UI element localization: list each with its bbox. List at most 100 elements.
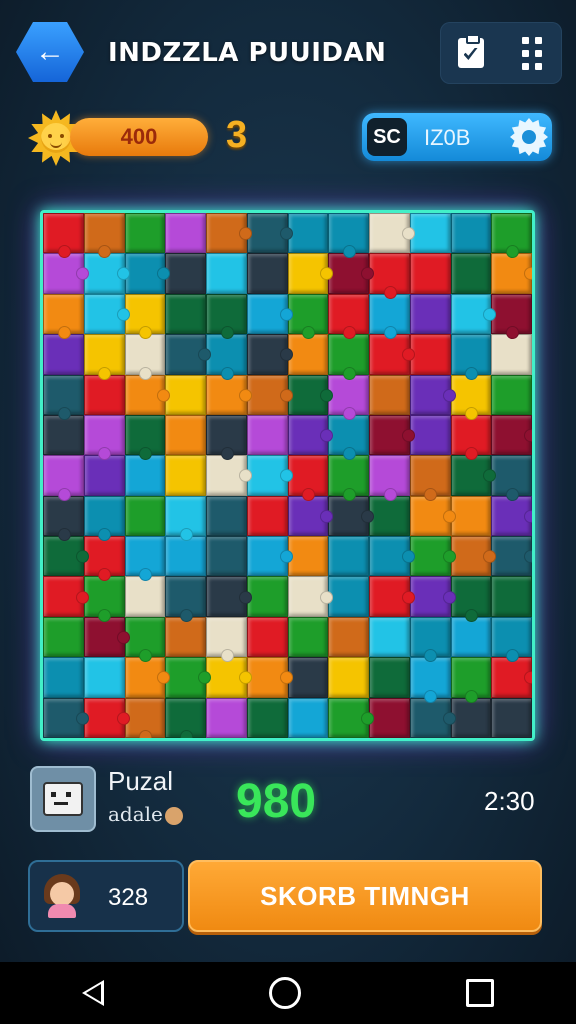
- timer-pill[interactable]: SC IZ0B: [362, 113, 552, 161]
- puzzle-piece[interactable]: [287, 374, 333, 415]
- puzzle-piece[interactable]: [165, 374, 206, 415]
- puzzle-piece[interactable]: [450, 374, 492, 421]
- puzzle-piece[interactable]: [246, 536, 293, 577]
- puzzle-piece[interactable]: [43, 293, 84, 340]
- puzzle-piece[interactable]: [124, 455, 166, 496]
- puzzle-piece[interactable]: [491, 414, 532, 456]
- puzzle-piece[interactable]: [246, 374, 293, 415]
- puzzle-piece[interactable]: [43, 616, 84, 658]
- puzzle-piece[interactable]: [43, 657, 84, 698]
- puzzle-piece[interactable]: [328, 334, 369, 380]
- puzzle-piece[interactable]: [206, 374, 252, 415]
- puzzle-piece[interactable]: [450, 657, 492, 704]
- puzzle-piece[interactable]: [409, 536, 456, 577]
- puzzle-piece[interactable]: [206, 616, 247, 663]
- puzzle-piece[interactable]: [246, 213, 293, 254]
- puzzle-piece[interactable]: [328, 374, 369, 421]
- nav-home-icon[interactable]: [268, 977, 301, 1009]
- puzzle-piece[interactable]: [450, 576, 492, 623]
- puzzle-piece[interactable]: [409, 374, 456, 415]
- puzzle-piece[interactable]: [83, 213, 125, 259]
- puzzle-piece[interactable]: [206, 455, 252, 496]
- puzzle-piece[interactable]: [409, 616, 451, 663]
- puzzle-piece[interactable]: [328, 455, 369, 502]
- puzzle-piece[interactable]: [246, 697, 288, 738]
- puzzle-piece[interactable]: [246, 455, 293, 496]
- puzzle-piece[interactable]: [43, 697, 89, 738]
- puzzle-piece[interactable]: [369, 334, 415, 375]
- puzzle-piece[interactable]: [165, 495, 206, 542]
- puzzle-piece[interactable]: [450, 495, 492, 537]
- action-button[interactable]: SKORB TIMNGH: [188, 860, 542, 932]
- puzzle-piece[interactable]: [83, 334, 125, 380]
- puzzle-piece[interactable]: [369, 536, 415, 577]
- puzzle-piece[interactable]: [450, 293, 496, 335]
- puzzle-piece[interactable]: [124, 293, 166, 340]
- puzzle-piece[interactable]: [450, 414, 492, 461]
- puzzle-piece[interactable]: [287, 495, 333, 537]
- puzzle-piece[interactable]: [287, 616, 329, 658]
- puzzle-piece[interactable]: [124, 536, 166, 582]
- puzzle-piece[interactable]: [491, 213, 532, 259]
- puzzle-piece[interactable]: [409, 455, 451, 502]
- puzzle-piece[interactable]: [369, 253, 410, 300]
- puzzle-piece[interactable]: [165, 334, 211, 375]
- puzzle-piece[interactable]: [246, 293, 293, 335]
- puzzle-piece[interactable]: [287, 536, 329, 577]
- nav-back-icon[interactable]: [82, 980, 105, 1006]
- puzzle-piece[interactable]: [43, 536, 89, 577]
- puzzle-piece[interactable]: [491, 253, 532, 294]
- player-card[interactable]: 328: [28, 860, 184, 932]
- puzzle-piece[interactable]: [450, 697, 492, 738]
- puzzle-piece[interactable]: [83, 374, 125, 415]
- puzzle-piece[interactable]: [328, 213, 369, 259]
- puzzle-piece[interactable]: [124, 697, 166, 738]
- puzzle-piece[interactable]: [83, 657, 125, 698]
- clipboard-check-button[interactable]: [454, 34, 488, 70]
- puzzle-piece[interactable]: [43, 253, 89, 294]
- puzzle-piece[interactable]: [83, 576, 125, 623]
- puzzle-piece[interactable]: [491, 536, 532, 577]
- puzzle-piece[interactable]: [124, 657, 170, 698]
- puzzle-piece[interactable]: [165, 213, 206, 254]
- puzzle-piece[interactable]: [206, 495, 247, 537]
- puzzle-piece[interactable]: [287, 576, 333, 617]
- puzzle-piece[interactable]: [369, 495, 410, 537]
- puzzle-piece[interactable]: [43, 334, 84, 375]
- puzzle-piece[interactable]: [246, 495, 288, 537]
- puzzle-piece[interactable]: [165, 616, 206, 658]
- puzzle-piece[interactable]: [206, 334, 247, 380]
- puzzle-piece[interactable]: [409, 414, 451, 456]
- puzzle-piece[interactable]: [165, 414, 206, 456]
- puzzle-piece[interactable]: [450, 536, 496, 577]
- puzzle-piece[interactable]: [409, 334, 451, 375]
- puzzle-piece[interactable]: [491, 697, 532, 738]
- puzzle-piece[interactable]: [491, 334, 532, 375]
- puzzle-piece[interactable]: [206, 536, 247, 577]
- puzzle-piece[interactable]: [206, 253, 247, 294]
- puzzle-piece[interactable]: [409, 657, 451, 704]
- menu-button[interactable]: [515, 36, 549, 70]
- puzzle-piece[interactable]: [206, 576, 252, 617]
- puzzle-piece[interactable]: [124, 616, 166, 663]
- nav-recents-icon[interactable]: [465, 979, 494, 1007]
- robot-avatar-icon[interactable]: [30, 766, 96, 832]
- puzzle-piece[interactable]: [206, 657, 252, 698]
- gear-icon[interactable]: [510, 118, 548, 156]
- puzzle-piece[interactable]: [43, 414, 84, 456]
- puzzle-piece[interactable]: [165, 293, 206, 335]
- puzzle-piece[interactable]: [491, 616, 532, 663]
- puzzle-piece[interactable]: [369, 414, 415, 456]
- puzzle-piece[interactable]: [287, 697, 329, 738]
- puzzle-piece[interactable]: [287, 657, 329, 698]
- puzzle-piece[interactable]: [491, 374, 532, 415]
- puzzle-piece[interactable]: [83, 455, 125, 496]
- puzzle-piece[interactable]: [43, 374, 84, 421]
- puzzle-piece[interactable]: [246, 657, 293, 698]
- puzzle-piece[interactable]: [369, 293, 410, 340]
- puzzle-piece[interactable]: [409, 495, 456, 537]
- puzzle-piece[interactable]: [491, 576, 532, 617]
- puzzle-piece[interactable]: [83, 293, 130, 335]
- puzzle-grid[interactable]: [43, 213, 532, 738]
- puzzle-piece[interactable]: [124, 374, 170, 415]
